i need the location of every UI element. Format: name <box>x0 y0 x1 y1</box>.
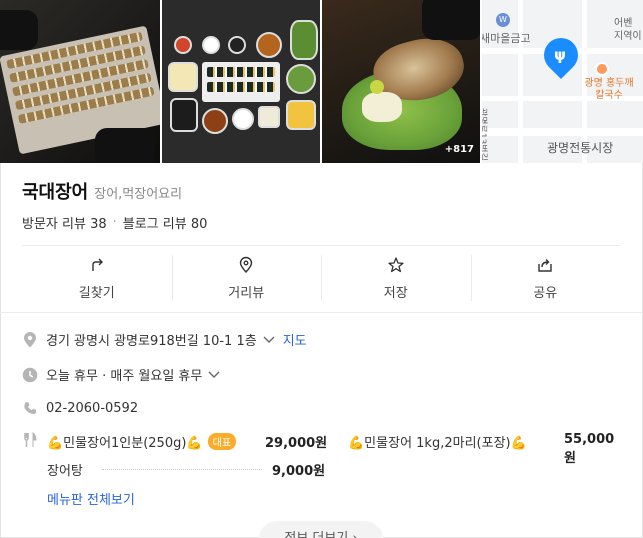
chevron-down-icon[interactable] <box>263 336 275 344</box>
menu-item-label: 장어탕 <box>47 464 83 479</box>
address-text: 경기 광명시 광명로918번길 10-1 1층 <box>46 334 257 349</box>
chevron-down-icon[interactable] <box>208 371 220 379</box>
share-button[interactable]: 공유 <box>470 255 621 301</box>
blog-review-link[interactable]: 블로그 리뷰 80 <box>123 213 208 232</box>
bank-map-icon: W <box>496 13 510 27</box>
restaurant-icon: ψ <box>554 46 566 64</box>
menu-item-name[interactable]: 💪민물장어 1kg,2마리(포장)💪 <box>348 432 527 451</box>
address-row: 경기 광명시 광명로918번길 10-1 1층 지도 <box>22 330 307 349</box>
map-label-bank: 새마을금고 <box>482 32 531 45</box>
streetview-label: 거리뷰 <box>228 286 265 301</box>
divider <box>22 245 620 246</box>
view-full-menu-link[interactable]: 메뉴판 전체보기 <box>47 489 135 508</box>
menu-item-name[interactable]: 💪민물장어1인분(250g)💪 대표 <box>47 432 237 451</box>
menu-item-name[interactable]: 장어탕 <box>47 460 83 479</box>
divider <box>0 312 643 313</box>
save-label: 저장 <box>383 286 408 301</box>
streetview-button[interactable]: 거리뷰 <box>171 255 322 301</box>
star-icon <box>386 255 406 274</box>
share-icon <box>535 255 555 274</box>
share-label: 공유 <box>533 286 558 301</box>
map-thumbnail[interactable]: W 새마을금고 어벤 지역이 광명 홍두깨칼국수 광명로13번길 광명전통시장 … <box>482 0 643 163</box>
place-title: 국대장어 장어,먹장어요리 <box>22 178 182 204</box>
phone-row: 02-2060-0592 <box>22 400 138 416</box>
hours-row: 오늘 휴무 · 매주 월요일 휴무 <box>22 365 220 384</box>
menu-list: 💪민물장어1인분(250g)💪 대표 29,000원 💪민물장어 1kg,2마리… <box>22 432 622 482</box>
place-category: 장어,먹장어요리 <box>94 187 183 202</box>
map-link[interactable]: 지도 <box>283 330 307 349</box>
location-icon <box>22 331 38 348</box>
directions-icon <box>87 255 107 274</box>
clock-icon <box>22 367 38 383</box>
hours-text: 오늘 휴무 · 매주 월요일 휴무 <box>46 369 203 384</box>
action-bar: 길찾기 거리뷰 저장 공유 <box>22 255 620 301</box>
streetview-icon <box>236 255 256 274</box>
menu-item-label: 💪민물장어 1kg,2마리(포장)💪 <box>348 436 527 451</box>
photo-count-badge: +817 <box>444 144 474 155</box>
directions-button[interactable]: 길찾기 <box>22 255 172 301</box>
save-button[interactable]: 저장 <box>321 255 471 301</box>
place-name[interactable]: 국대장어 <box>22 178 88 204</box>
menu-row: 장어탕 9,000원 <box>22 460 622 482</box>
map-label-restaurant: 광명 홍두깨칼국수 <box>584 78 634 101</box>
directions-label: 길찾기 <box>78 286 115 301</box>
map-label-area: 어벤 지역이 <box>614 18 642 42</box>
menu-row: 💪민물장어1인분(250g)💪 대표 29,000원 💪민물장어 1kg,2마리… <box>22 432 622 466</box>
separator-dot: · <box>112 215 117 230</box>
photo-strip: +817 W 새마을금고 어벤 지역이 광명 홍두깨칼국수 광명로13번길 광명… <box>0 0 643 163</box>
phone-number[interactable]: 02-2060-0592 <box>46 401 138 416</box>
more-info-button[interactable]: 정보 더보기 › <box>259 521 383 538</box>
visitor-review-link[interactable]: 방문자 리뷰 38 <box>22 213 107 232</box>
phone-icon <box>22 400 38 416</box>
map-label-market: 광명전통시장 <box>547 141 614 155</box>
menu-item-price: 9,000원 <box>272 464 326 479</box>
photo-table-setting[interactable] <box>162 0 320 163</box>
leader-dots <box>102 469 262 470</box>
map-label-road: 광명로13번길 <box>482 108 487 161</box>
menu-item-price: 29,000원 <box>265 436 328 451</box>
signature-badge: 대표 <box>207 433 237 450</box>
review-summary: 방문자 리뷰 38 · 블로그 리뷰 80 <box>22 213 207 232</box>
menu-item-label: 💪민물장어1인분(250g)💪 <box>47 436 203 451</box>
photo-eel-tray[interactable] <box>0 0 160 163</box>
photo-eel-wrap[interactable]: +817 <box>322 0 480 163</box>
restaurant-map-marker <box>595 62 609 76</box>
